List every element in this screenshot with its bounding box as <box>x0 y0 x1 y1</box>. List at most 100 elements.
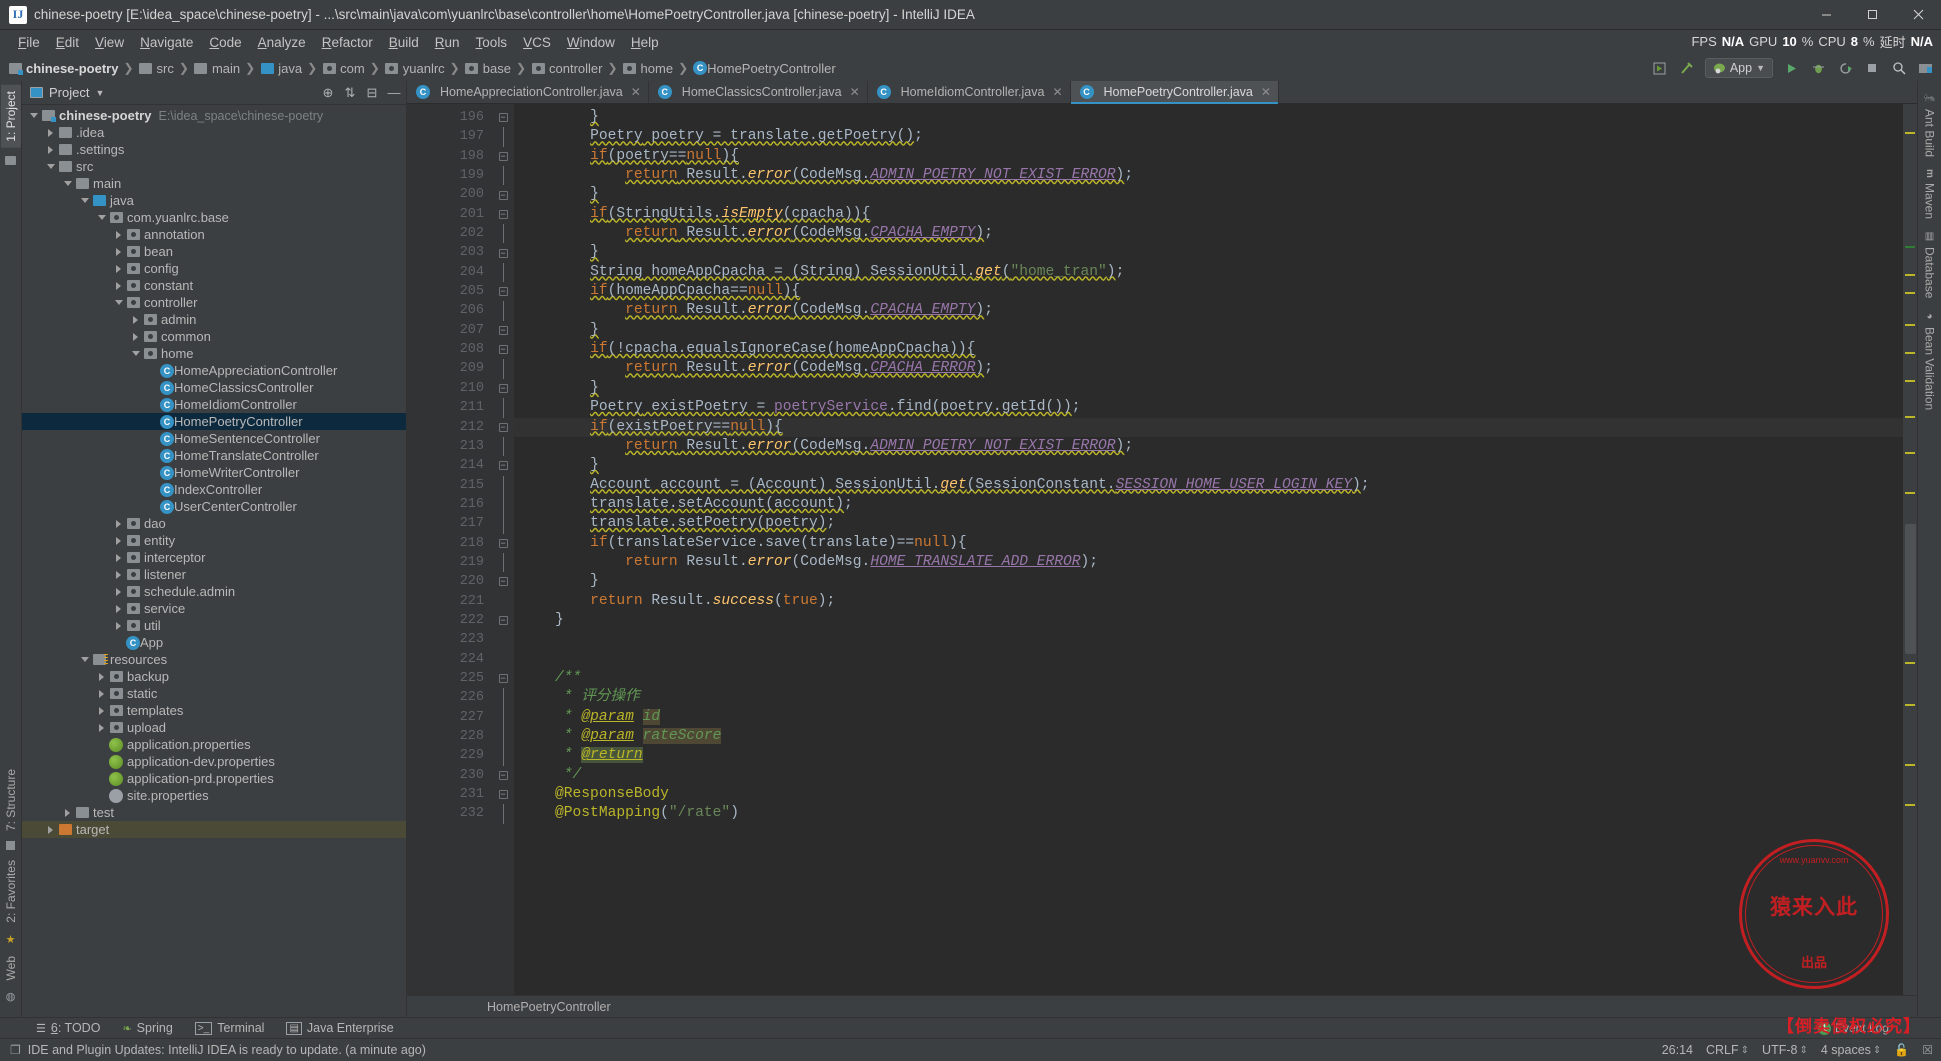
code-line[interactable]: translate.setPoetry(poetry); <box>514 514 1903 533</box>
breadcrumb-item-chinese-poetry[interactable]: chinese-poetry <box>8 61 118 76</box>
chevron-down-icon[interactable] <box>79 654 90 665</box>
fold-marker[interactable] <box>492 552 514 573</box>
fold-marker[interactable] <box>492 592 514 611</box>
code-editor[interactable]: 196 197 198 199 200 201 202 203 204 205 206 207 208 2… <box>407 104 1917 995</box>
chevron-right-icon[interactable] <box>113 518 124 529</box>
stop-icon[interactable] <box>1863 59 1881 77</box>
chevron-right-icon[interactable] <box>96 705 107 716</box>
code-line[interactable]: } <box>514 108 1903 127</box>
fold-marker[interactable] <box>492 359 514 379</box>
sidebar-item-project[interactable]: 1: Project <box>0 85 21 148</box>
tree-node--idea[interactable]: .idea <box>22 124 406 141</box>
fold-marker[interactable]: − <box>492 611 514 630</box>
tree-node-homesentencecontroller[interactable]: C HomeSentenceController <box>22 430 406 447</box>
code-line[interactable]: */ <box>514 766 1903 785</box>
menu-navigate[interactable]: Navigate <box>132 33 201 52</box>
fold-marker[interactable] <box>492 494 514 515</box>
fold-marker[interactable]: − <box>492 340 514 359</box>
fold-collapse-icon[interactable]: − <box>498 209 508 219</box>
tree-node-homeappreciationcontroller[interactable]: C HomeAppreciationController <box>22 362 406 379</box>
menu-edit[interactable]: Edit <box>48 33 87 52</box>
tree-node-service[interactable]: service <box>22 600 406 617</box>
chevron-down-icon[interactable] <box>28 110 39 121</box>
code-line[interactable]: } <box>514 321 1903 340</box>
fold-collapse-icon[interactable]: − <box>498 151 508 161</box>
hide-icon[interactable]: — <box>386 85 402 101</box>
tree-node-util[interactable]: util <box>22 617 406 634</box>
tree-node-constant[interactable]: constant <box>22 277 406 294</box>
code-line[interactable]: if(!cpacha.equalsIgnoreCase(homeAppCpach… <box>514 340 1903 359</box>
chevron-right-icon[interactable] <box>96 688 107 699</box>
chevron-down-icon[interactable] <box>79 195 90 206</box>
chevron-right-icon[interactable] <box>130 331 141 342</box>
chevron-right-icon[interactable] <box>113 229 124 240</box>
inspections-icon[interactable]: ☒ <box>1922 1043 1933 1057</box>
tree-node-app[interactable]: C App <box>22 634 406 651</box>
editor-tab-homeidiomcontroller[interactable]: C HomeIdiomController.java ✕ <box>868 81 1071 103</box>
code-folding-gutter[interactable]: − − − − − − − − − − − − − − − − − <box>492 104 514 995</box>
tree-node-admin[interactable]: admin <box>22 311 406 328</box>
tree-node-homeidiomcontroller[interactable]: C HomeIdiomController <box>22 396 406 413</box>
close-icon[interactable]: ✕ <box>1261 85 1271 99</box>
fold-marker[interactable] <box>492 514 514 534</box>
chevron-right-icon[interactable] <box>96 671 107 682</box>
code-line[interactable]: * @return <box>514 746 1903 765</box>
fold-marker[interactable] <box>492 398 514 418</box>
code-line[interactable] <box>514 630 1903 649</box>
fold-marker[interactable]: − <box>492 185 514 204</box>
error-stripe-markers[interactable] <box>1903 104 1917 995</box>
tree-node-backup[interactable]: backup <box>22 668 406 685</box>
chevron-right-icon[interactable] <box>113 586 124 597</box>
code-line[interactable]: @PostMapping("/rate") <box>514 804 1903 823</box>
code-line[interactable]: return Result.error(CodeMsg.CPACHA_EMPTY… <box>514 301 1903 320</box>
fold-collapse-icon[interactable]: − <box>498 538 508 548</box>
fold-marker[interactable] <box>492 166 514 186</box>
breadcrumb-item-com[interactable]: com <box>322 61 365 76</box>
editor-tab-homeclassicscontroller[interactable]: C HomeClassicsController.java ✕ <box>649 81 868 103</box>
sidebar-item-structure[interactable]: 7: Structure <box>1 763 21 837</box>
tool-window-todo[interactable]: ☰ 6: TODO <box>36 1021 100 1035</box>
tree-node-entity[interactable]: entity <box>22 532 406 549</box>
breadcrumb-item-yuanlrc[interactable]: yuanlrc <box>385 61 445 76</box>
code-line[interactable]: * @param id <box>514 708 1903 727</box>
locate-icon[interactable]: ⊕ <box>320 85 336 101</box>
fold-marker[interactable] <box>492 262 514 283</box>
tree-node-listener[interactable]: listener <box>22 566 406 583</box>
fold-marker[interactable] <box>492 127 514 147</box>
run-icon[interactable] <box>1782 59 1800 77</box>
code-line[interactable]: Poetry poetry = translate.getPoetry(); <box>514 127 1903 146</box>
run-config-selector[interactable]: App ▼ <box>1704 58 1773 78</box>
tree-node-dao[interactable]: dao <box>22 515 406 532</box>
line-separator[interactable]: CRLF ⇕ <box>1706 1043 1749 1057</box>
editor-tab-homepoetrycontroller[interactable]: C HomePoetryController.java ✕ <box>1070 81 1279 104</box>
fold-marker[interactable]: − <box>492 418 514 437</box>
menu-help[interactable]: Help <box>623 33 667 52</box>
tree-node-target[interactable]: target <box>22 821 406 838</box>
hammer-icon[interactable] <box>1678 59 1696 77</box>
fold-marker[interactable] <box>492 688 514 708</box>
fold-marker[interactable] <box>492 436 514 457</box>
fold-end-icon[interactable]: − <box>498 113 508 123</box>
fold-marker[interactable] <box>492 224 514 244</box>
fold-marker[interactable] <box>492 650 514 669</box>
tree-node-indexcontroller[interactable]: C IndexController <box>22 481 406 498</box>
close-icon[interactable]: ✕ <box>850 85 860 99</box>
chevron-right-icon[interactable] <box>113 263 124 274</box>
code-line[interactable]: return Result.success(true); <box>514 592 1903 611</box>
fold-collapse-icon[interactable]: − <box>498 422 508 432</box>
tree-node-main[interactable]: main <box>22 175 406 192</box>
breadcrumb-item-home[interactable]: home <box>623 61 673 76</box>
maximize-button[interactable] <box>1849 0 1895 30</box>
chevron-right-icon[interactable] <box>113 552 124 563</box>
file-encoding[interactable]: UTF-8 ⇕ <box>1762 1043 1808 1057</box>
chevron-right-icon[interactable] <box>113 246 124 257</box>
code-line[interactable]: * 评分操作 <box>514 688 1903 707</box>
fold-collapse-icon[interactable]: − <box>498 287 508 297</box>
code-line[interactable]: if(translateService.save(translate)==nul… <box>514 534 1903 553</box>
tree-node-interceptor[interactable]: interceptor <box>22 549 406 566</box>
code-line[interactable]: return Result.error(CodeMsg.CPACHA_ERROR… <box>514 359 1903 378</box>
editor-tab-homeappreciationcontroller[interactable]: C HomeAppreciationController.java ✕ <box>407 81 649 103</box>
chevron-right-icon[interactable] <box>113 603 124 614</box>
chevron-down-icon[interactable] <box>113 297 124 308</box>
code-line[interactable]: } <box>514 185 1903 204</box>
